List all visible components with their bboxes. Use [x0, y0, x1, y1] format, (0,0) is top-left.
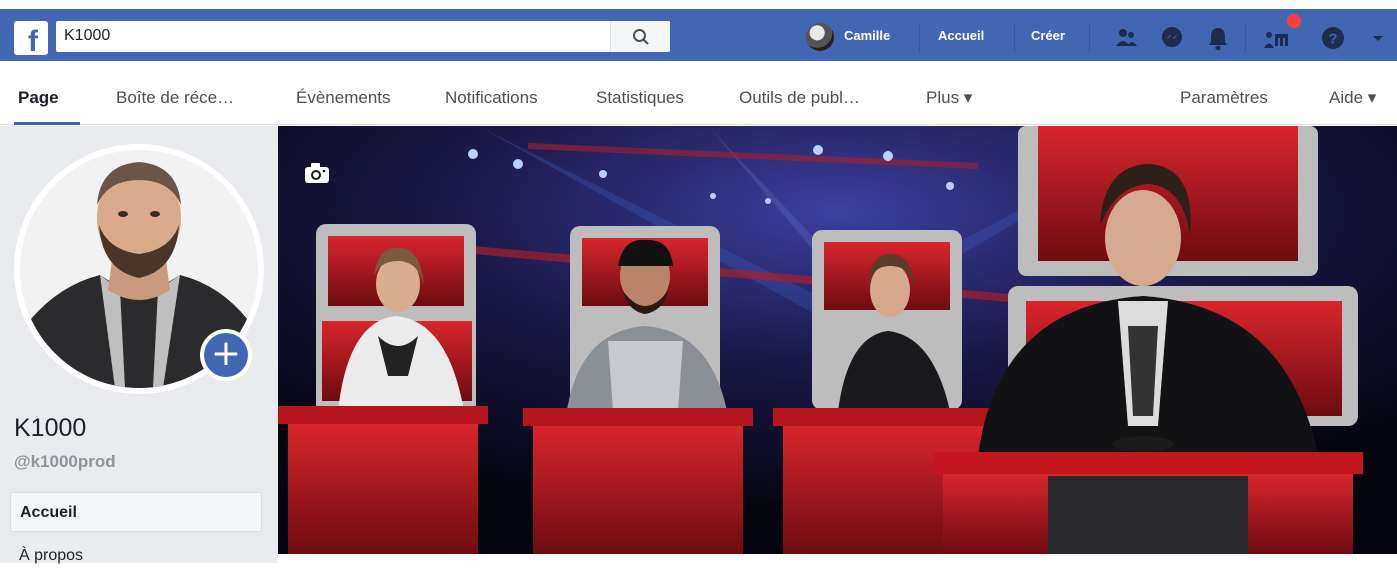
tab-more[interactable]: Plus ▾: [926, 88, 972, 108]
add-profile-photo-button[interactable]: +: [200, 329, 252, 381]
sidebar-item-home[interactable]: Accueil: [10, 492, 262, 532]
notifications-bell-icon[interactable]: [1204, 24, 1232, 52]
sidebar-item-about[interactable]: À propos: [10, 534, 262, 574]
camera-icon[interactable]: [304, 162, 330, 184]
tab-settings[interactable]: Paramètres: [1180, 88, 1268, 108]
tab-page[interactable]: Page: [18, 88, 59, 108]
top-bar: f K1000 Camille Accueil Créer ?: [0, 0, 1397, 67]
profile-link[interactable]: Camille: [844, 28, 890, 43]
divider: [1089, 23, 1090, 53]
divider: [919, 23, 920, 53]
search-button[interactable]: [610, 21, 670, 52]
search-input[interactable]: K1000: [64, 27, 110, 45]
blue-navbar: f K1000 Camille Accueil Créer ?: [0, 0, 1397, 67]
facebook-logo-icon[interactable]: f: [14, 21, 48, 57]
plus-icon: +: [204, 333, 248, 377]
tab-events[interactable]: Évènements: [296, 88, 391, 108]
tab-statistics[interactable]: Statistiques: [596, 88, 684, 108]
messenger-icon[interactable]: [1158, 24, 1186, 52]
tab-notifications[interactable]: Notifications: [445, 88, 538, 108]
cover-photo-illustration: [278, 126, 1397, 554]
active-tab-indicator: [14, 122, 80, 125]
page-name: K1000: [14, 414, 87, 442]
help-icon[interactable]: ?: [1319, 24, 1347, 52]
tab-inbox[interactable]: Boîte de réce…: [116, 88, 234, 108]
cover-photo[interactable]: [278, 126, 1397, 554]
divider: [1245, 23, 1246, 53]
pages-switcher-icon[interactable]: [1263, 24, 1291, 52]
create-link[interactable]: Créer: [1031, 28, 1065, 43]
page-username[interactable]: @k1000prod: [14, 452, 116, 472]
page-tabs: Page Boîte de réce… Évènements Notificat…: [0, 67, 1397, 125]
divider: [1014, 23, 1015, 53]
tab-help[interactable]: Aide ▾: [1329, 88, 1376, 108]
notification-badge: [1287, 14, 1301, 28]
left-sidebar: + K1000 @k1000prod Accueil À propos: [0, 126, 278, 564]
user-avatar[interactable]: [806, 23, 834, 51]
tab-publishing-tools[interactable]: Outils de publ…: [739, 88, 860, 108]
chevron-down-icon[interactable]: [1369, 24, 1387, 52]
svg-text:?: ?: [1328, 31, 1337, 48]
search-bar[interactable]: K1000: [56, 21, 670, 52]
friend-requests-icon[interactable]: [1112, 24, 1140, 52]
search-icon: [633, 29, 649, 45]
home-link[interactable]: Accueil: [938, 28, 984, 43]
